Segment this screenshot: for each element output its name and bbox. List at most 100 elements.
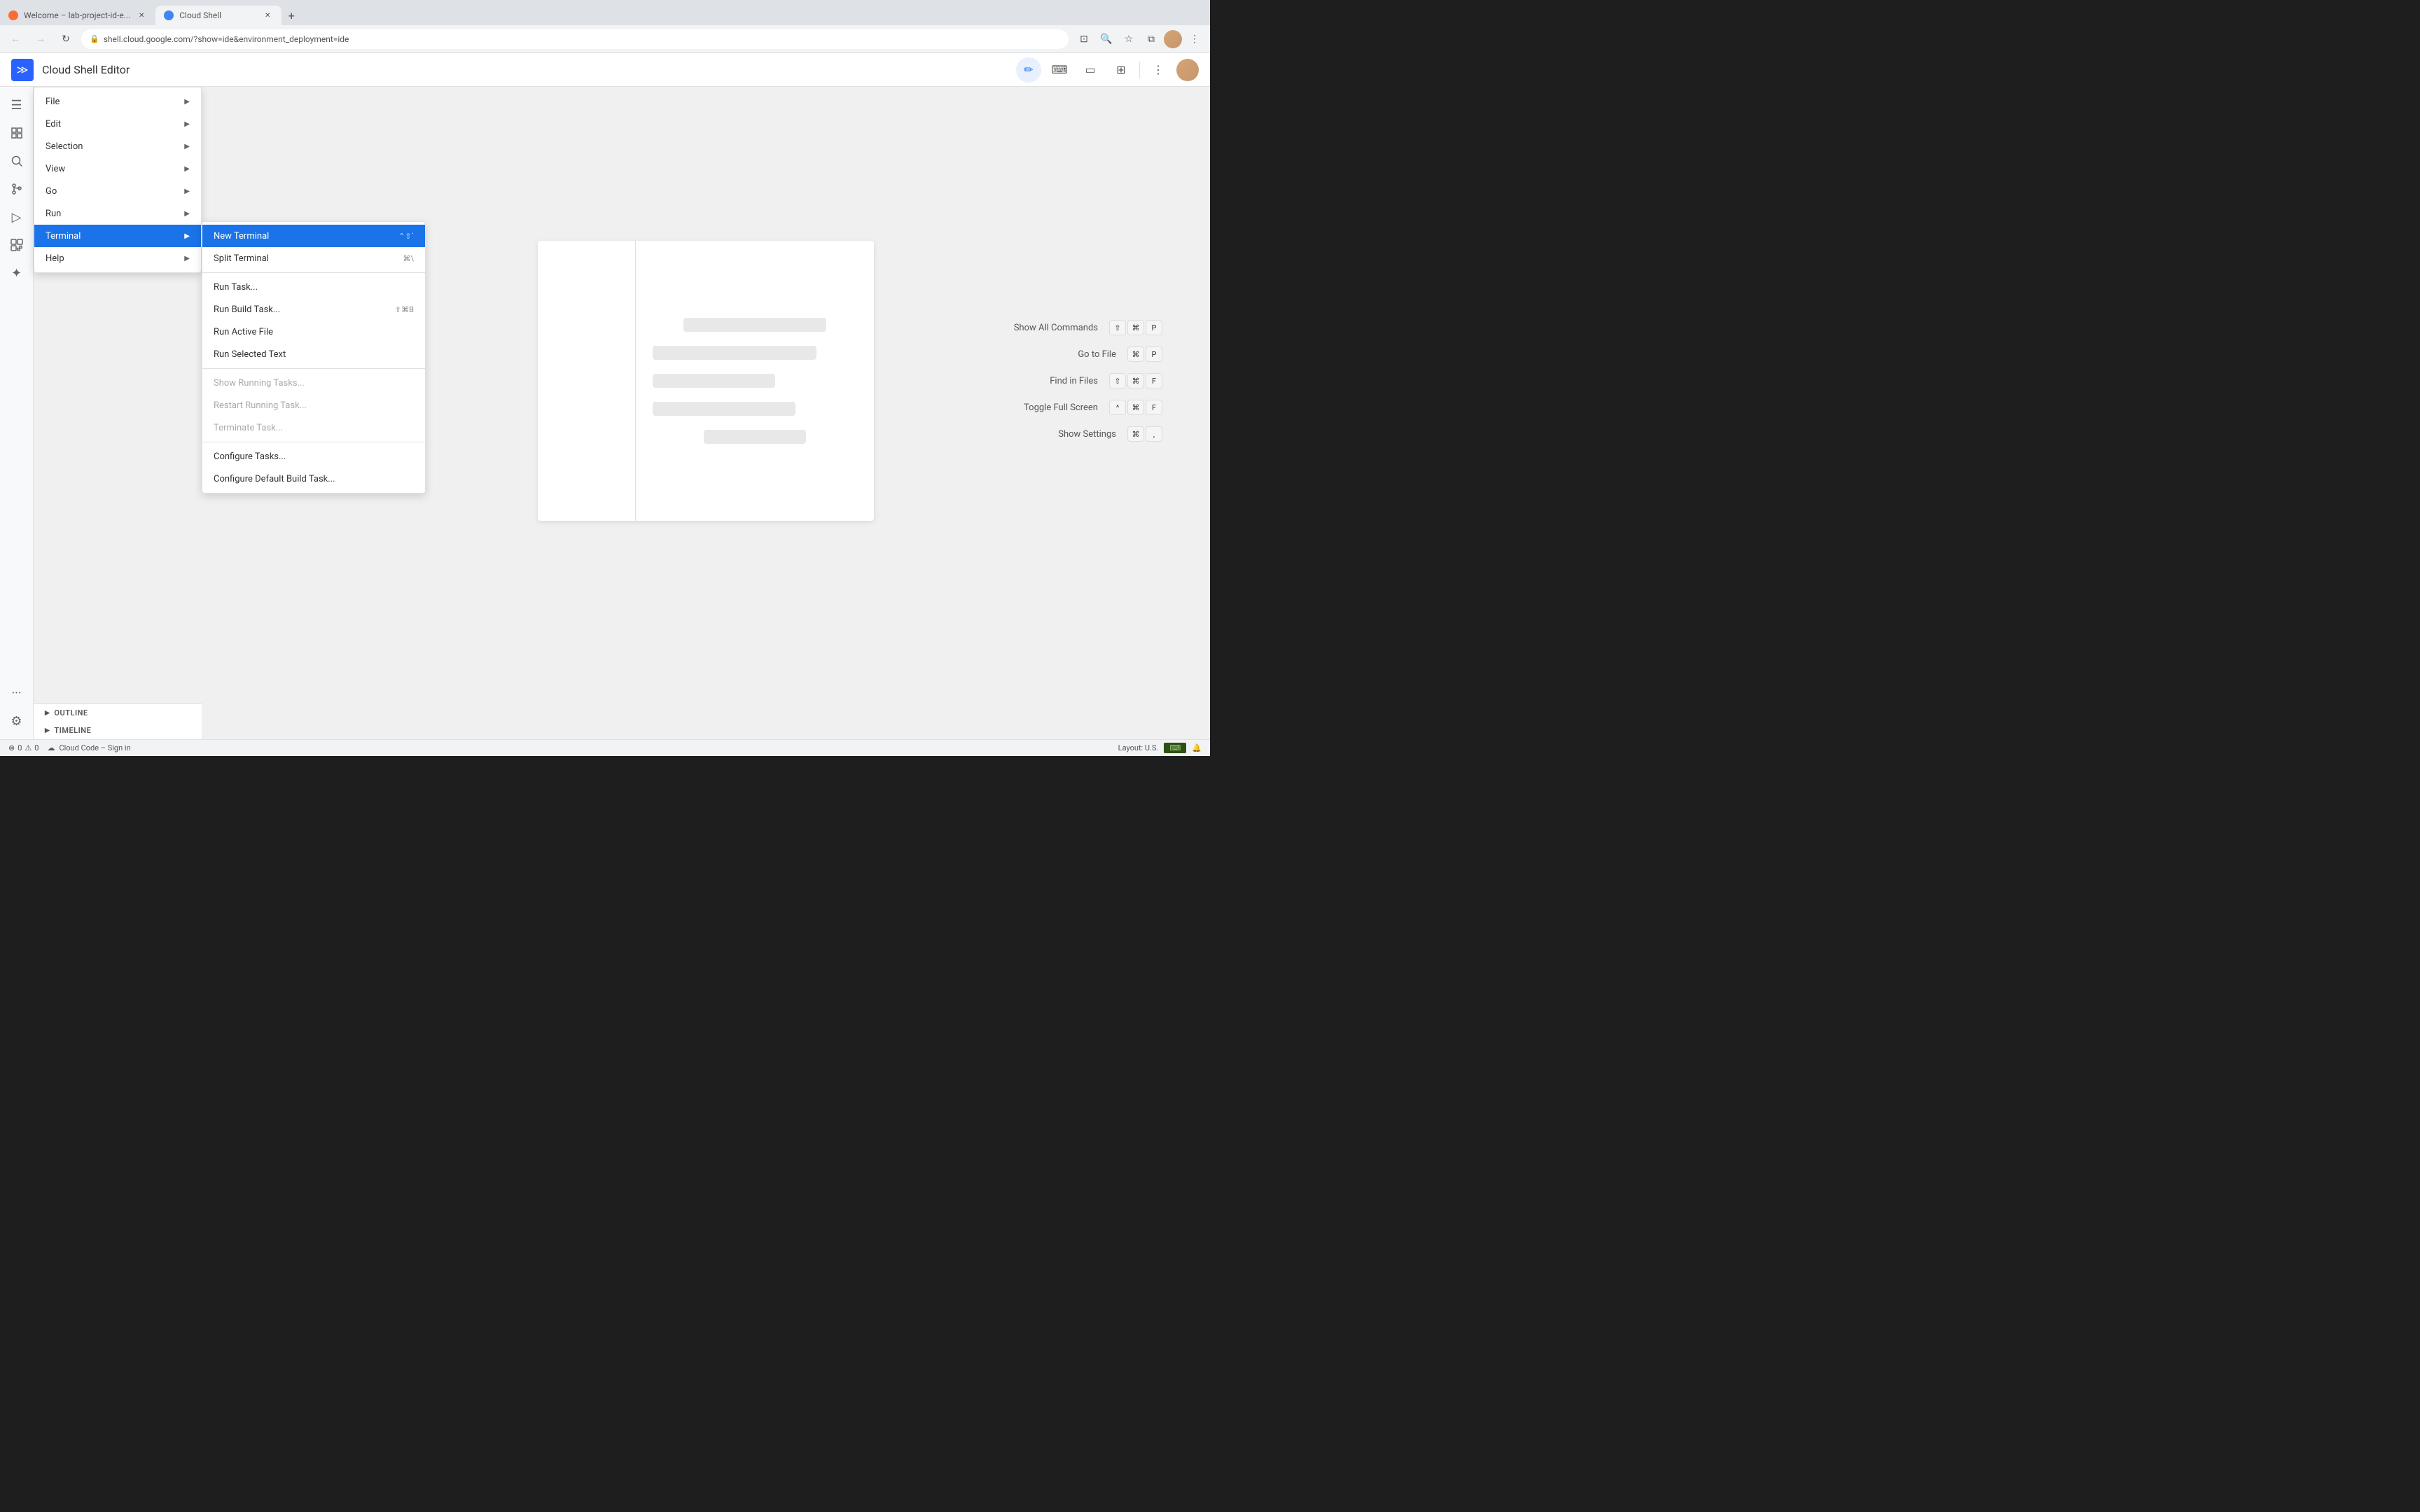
header-actions: ✏ ⌨ ▭ ⊞ ⋮: [1016, 57, 1199, 83]
activity-run[interactable]: ▷: [4, 204, 29, 230]
welcome-sidebar: [538, 241, 636, 521]
placeholder-line-4: [653, 402, 795, 416]
search-icon[interactable]: 🔍: [1097, 29, 1116, 49]
forward-button[interactable]: →: [31, 29, 50, 49]
shortcuts-panel: Show All Commands ⇧ ⌘ P Go to File ⌘: [938, 120, 1176, 641]
notification-bell[interactable]: 🔔: [1192, 743, 1202, 752]
address-text: shell.cloud.google.com/?show=ide&environ…: [104, 34, 349, 44]
preview-button[interactable]: ▭: [1078, 57, 1103, 83]
tab-cloud-shell[interactable]: Cloud Shell ✕: [155, 6, 281, 25]
menu-run-build-task[interactable]: Run Build Task... ⇧⌘B: [202, 298, 425, 321]
menu-configure-tasks[interactable]: Configure Tasks...: [202, 445, 425, 468]
menu-show-running-tasks[interactable]: Show Running Tasks...: [202, 372, 425, 394]
activity-bar: ☰: [0, 87, 34, 739]
sidebar-bottom: ▶ OUTLINE ▶ TIMELINE: [34, 704, 202, 739]
logo-icon: ≫: [17, 63, 29, 76]
edit-mode-button[interactable]: ✏: [1016, 57, 1041, 83]
menu-item-go[interactable]: Go ▶: [34, 180, 201, 202]
warning-count: 0: [34, 743, 39, 752]
cloud-icon: ☁: [47, 743, 55, 752]
activity-search[interactable]: [4, 148, 29, 174]
terminal-submenu[interactable]: New Terminal ⌃⇧` Split Terminal ⌘\ Run T…: [202, 221, 426, 493]
kbd-comma: ,: [1146, 426, 1162, 442]
placeholder-line-2: [653, 346, 816, 360]
warning-icon: ⚠: [25, 743, 32, 752]
kbd-f2: F: [1146, 400, 1162, 415]
tab-close-cloud[interactable]: ✕: [262, 10, 273, 21]
terminal-button[interactable]: ⌨: [1047, 57, 1072, 83]
browser-frame: Welcome – lab-project-id-e... ✕ Cloud Sh…: [0, 0, 1210, 756]
kbd-cmd4: ⌘: [1127, 400, 1144, 415]
menu-item-view[interactable]: View ▶: [34, 158, 201, 180]
status-right: Layout: U.S. ⌨ 🔔: [1118, 743, 1202, 753]
app-header: ≫ Cloud Shell Editor ✏ ⌨ ▭ ⊞ ⋮: [0, 53, 1210, 87]
menu-run-task[interactable]: Run Task...: [202, 276, 425, 298]
primary-menu[interactable]: File ▶ Edit ▶ Selection ▶: [34, 87, 202, 273]
chrome-more-icon[interactable]: ⋮: [1185, 29, 1204, 49]
shortcut-find-in-files: Find in Files ⇧ ⌘ F: [952, 373, 1162, 388]
tab-favicon-welcome: [8, 10, 18, 20]
error-icon: ⊗: [8, 743, 15, 752]
menu-terminate-task[interactable]: Terminate Task...: [202, 416, 425, 439]
placeholder-line-5: [704, 430, 806, 444]
menu-item-edit[interactable]: Edit ▶: [34, 113, 201, 135]
kbd-shift: ⇧: [1109, 320, 1126, 335]
shortcut-keys-settings: ⌘ ,: [1127, 426, 1162, 442]
kbd-cmd3: ⌘: [1127, 373, 1144, 388]
activity-more[interactable]: ···: [4, 680, 29, 706]
activity-settings[interactable]: ⚙: [4, 708, 29, 734]
shortcut-label-go-to-file: Go to File: [952, 349, 1127, 360]
status-error[interactable]: ⊗ 0 ⚠ 0: [8, 743, 39, 752]
menu-restart-running-task[interactable]: Restart Running Task...: [202, 394, 425, 416]
activity-menu[interactable]: ☰: [4, 92, 29, 118]
reload-button[interactable]: ↻: [56, 29, 76, 49]
activity-extensions[interactable]: [4, 232, 29, 258]
address-bar[interactable]: 🔒 shell.cloud.google.com/?show=ide&envir…: [81, 29, 1069, 49]
menu-item-help[interactable]: Help ▶: [34, 247, 201, 270]
timeline-label: TIMELINE: [54, 726, 91, 735]
layout-button[interactable]: ⊞: [1108, 57, 1134, 83]
header-avatar[interactable]: [1176, 59, 1199, 81]
activity-explorer[interactable]: [4, 120, 29, 146]
shortcut-label-settings: Show Settings: [952, 429, 1127, 440]
tab-title-welcome: Welcome – lab-project-id-e...: [24, 10, 130, 20]
header-more-button[interactable]: ⋮: [1146, 57, 1171, 83]
tab-welcome[interactable]: Welcome – lab-project-id-e... ✕: [0, 6, 155, 25]
menu-item-selection[interactable]: Selection ▶: [34, 135, 201, 158]
keyboard-icon: ⌨: [1169, 743, 1181, 752]
error-count: 0: [18, 743, 22, 752]
menu-item-file[interactable]: File ▶: [34, 90, 201, 113]
shortcut-show-settings: Show Settings ⌘ ,: [952, 426, 1162, 442]
timeline-item[interactable]: ▶ TIMELINE: [34, 722, 202, 739]
menu-item-terminal[interactable]: Terminal ▶: [34, 225, 201, 247]
extensions-icon[interactable]: ⧉: [1141, 29, 1161, 49]
cast-icon[interactable]: ⊡: [1074, 29, 1094, 49]
tab-favicon-cloud: [164, 10, 174, 20]
tab-title-cloud: Cloud Shell: [179, 10, 221, 20]
kbd-f: F: [1146, 373, 1162, 388]
status-left: ⊗ 0 ⚠ 0 ☁ Cloud Code – Sign in: [8, 743, 131, 752]
menu-run-selected-text[interactable]: Run Selected Text: [202, 343, 425, 365]
main-layout: ☰: [0, 87, 1210, 739]
shortcut-go-to-file: Go to File ⌘ P: [952, 346, 1162, 362]
activity-source-control[interactable]: [4, 176, 29, 202]
app-logo: ≫: [11, 59, 34, 81]
back-button[interactable]: ←: [6, 29, 25, 49]
menu-split-terminal[interactable]: Split Terminal ⌘\: [202, 247, 425, 270]
outline-item[interactable]: ▶ OUTLINE: [34, 704, 202, 722]
lock-icon: 🔒: [90, 34, 99, 43]
activity-gemini[interactable]: ✦: [4, 260, 29, 286]
layout-label: Layout: U.S.: [1118, 743, 1159, 752]
menu-new-terminal[interactable]: New Terminal ⌃⇧`: [202, 225, 425, 247]
placeholder-line-1: [683, 318, 826, 332]
user-avatar[interactable]: [1164, 30, 1182, 48]
browser-toolbar: ← → ↻ 🔒 shell.cloud.google.com/?show=ide…: [0, 25, 1210, 53]
tab-close-welcome[interactable]: ✕: [136, 10, 147, 21]
bookmark-icon[interactable]: ☆: [1119, 29, 1139, 49]
new-tab-button[interactable]: +: [281, 6, 301, 25]
keyboard-layout-badge[interactable]: ⌨: [1164, 743, 1186, 753]
status-cloud-code[interactable]: ☁ Cloud Code – Sign in: [47, 743, 130, 752]
menu-configure-default-build[interactable]: Configure Default Build Task...: [202, 468, 425, 490]
menu-run-active-file[interactable]: Run Active File: [202, 321, 425, 343]
menu-item-run[interactable]: Run ▶: [34, 202, 201, 225]
